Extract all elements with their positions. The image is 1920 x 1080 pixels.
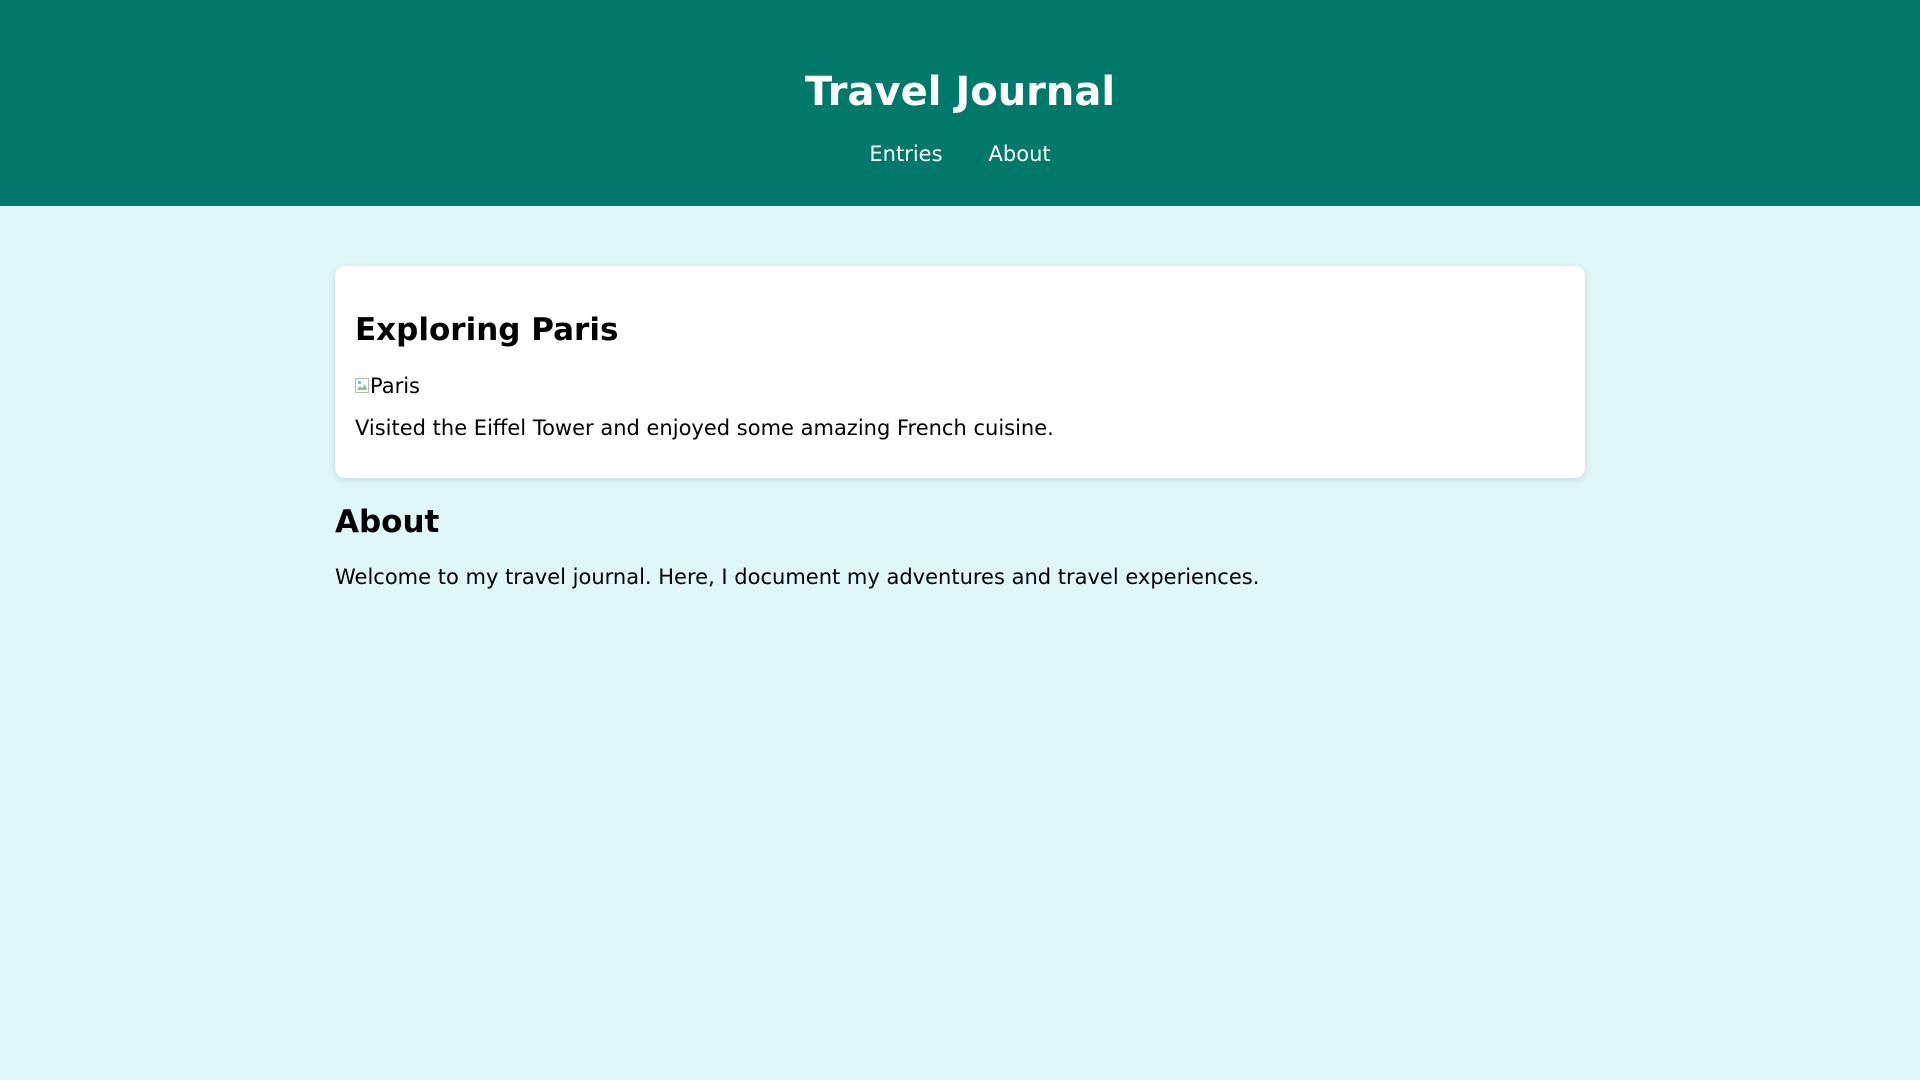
entry-title: Exploring Paris [355, 312, 619, 348]
entry-image: Paris [355, 372, 420, 400]
about-text: Welcome to my travel journal. Here, I do… [335, 565, 1260, 589]
broken-image-icon [355, 378, 370, 394]
nav-link-about[interactable]: About [989, 140, 1051, 168]
entry-description: Visited the Eiffel Tower and enjoyed som… [355, 416, 1054, 440]
journal-entry-card: Exploring Paris Paris Visited the Eiffel… [335, 266, 1585, 478]
entry-image-alt-text: Paris [370, 374, 420, 398]
about-heading: About [335, 504, 440, 540]
site-title: Travel Journal [804, 69, 1116, 115]
nav-link-entries[interactable]: Entries [869, 140, 942, 168]
main-nav: Entries About [0, 140, 1920, 168]
site-header: Travel Journal Entries About [0, 0, 1920, 206]
